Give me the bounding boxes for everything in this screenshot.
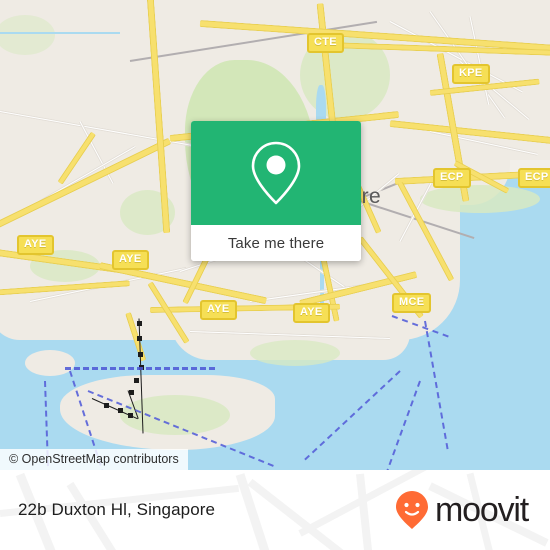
footer-bar: 22b Duxton Hl, Singapore moovit — [0, 470, 550, 550]
map-island-small-west — [25, 350, 75, 376]
map-river-north — [0, 32, 120, 34]
map-shield-mce[interactable]: MCE — [392, 293, 432, 313]
osm-attribution[interactable]: © OpenStreetMap contributors — [0, 449, 188, 470]
map-shield-ecp-east[interactable]: ECP — [518, 168, 550, 188]
map-shield-aye-west[interactable]: AYE — [17, 235, 54, 255]
map-cablecar-station — [104, 403, 109, 408]
map-park-east-coast — [420, 185, 540, 213]
map-shield-aye-southeast[interactable]: AYE — [293, 303, 330, 323]
moovit-brand[interactable]: moovit — [395, 490, 529, 530]
map-shield-aye-south[interactable]: AYE — [200, 300, 237, 320]
destination-popup-card[interactable]: Take me there — [191, 121, 361, 261]
moovit-pin-logo — [396, 491, 429, 529]
map-ferry-route-west — [65, 367, 215, 370]
popup-icon-area — [191, 121, 361, 225]
map-canvas[interactable]: Singapore CTE KPE ECP ECP AYE AYE AYE AY… — [0, 0, 550, 470]
map-cablecar-station — [137, 321, 142, 326]
map-shield-kpe[interactable]: KPE — [452, 64, 490, 84]
moovit-wordmark: moovit — [435, 490, 529, 529]
take-me-there-button[interactable]: Take me there — [191, 225, 361, 261]
address-label: 22b Duxton Hl, Singapore — [18, 500, 216, 519]
map-cablecar-station — [128, 413, 133, 418]
map-cablecar-station — [134, 378, 139, 383]
map-cablecar-station — [138, 352, 143, 357]
map-shield-aye-mid[interactable]: AYE — [112, 250, 149, 270]
map-pin-icon — [251, 141, 301, 205]
map-cablecar-station — [118, 408, 123, 413]
map-park-marina-south — [250, 340, 340, 366]
map-shield-cte[interactable]: CTE — [307, 33, 344, 53]
moovit-map-screen: Singapore CTE KPE ECP ECP AYE AYE AYE AY… — [0, 0, 550, 550]
map-shield-ecp-west[interactable]: ECP — [433, 168, 471, 188]
map-cablecar-station — [137, 336, 142, 341]
